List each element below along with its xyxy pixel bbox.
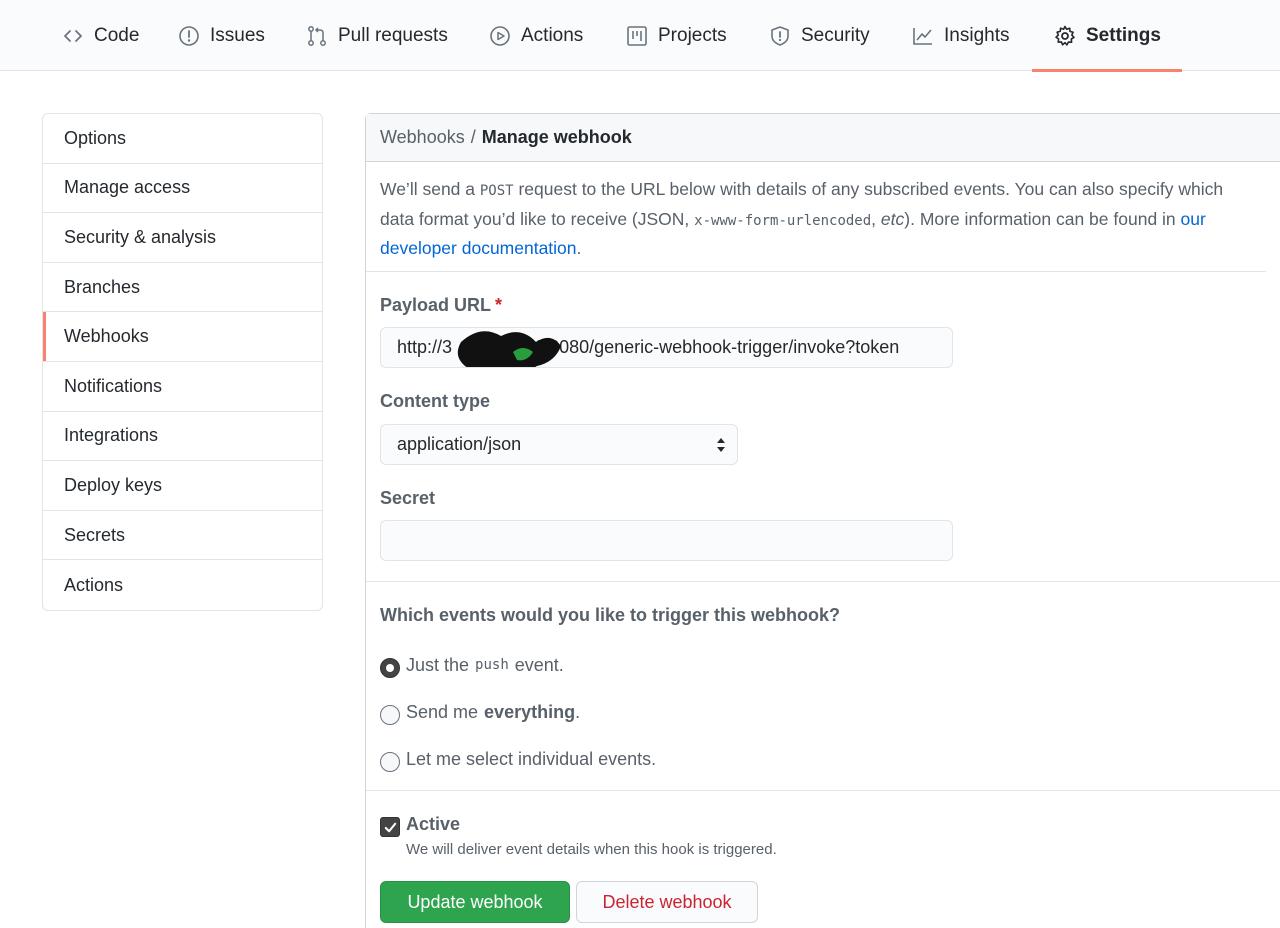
webhook-form-box: Webhooks / Manage webhook We’ll send a P… bbox=[365, 113, 1280, 928]
repo-nav: Code Issues Pull requests Actions Projec… bbox=[0, 0, 1280, 72]
radio-label: Just the bbox=[406, 654, 470, 675]
sidebar-item-label: Secrets bbox=[64, 524, 126, 545]
events-question: Which events would you like to trigger t… bbox=[380, 605, 841, 625]
divider bbox=[366, 581, 1280, 582]
radio-label: . bbox=[575, 701, 581, 722]
sidebar-item-options[interactable]: Options bbox=[43, 114, 322, 164]
active-checkbox-row[interactable]: Active bbox=[380, 814, 460, 837]
sidebar-item-label: Notifications bbox=[64, 375, 163, 396]
redaction-scribble bbox=[457, 331, 561, 367]
payload-url-label: Payload URL * bbox=[380, 295, 502, 316]
secret-label: Secret bbox=[380, 488, 436, 508]
graph-icon bbox=[912, 25, 934, 47]
settings-sidebar: Options Manage access Security & analysi… bbox=[42, 113, 323, 611]
tab-pull-requests[interactable]: Pull requests bbox=[306, 0, 448, 71]
content-type-select[interactable]: application/json bbox=[380, 424, 738, 465]
push-code: push bbox=[475, 657, 509, 673]
code-icon bbox=[62, 25, 84, 47]
sidebar-item-secrets[interactable]: Secrets bbox=[43, 511, 322, 561]
shield-icon bbox=[769, 25, 791, 47]
radio-button[interactable] bbox=[380, 752, 400, 772]
page-title: Manage webhook bbox=[481, 127, 632, 147]
radio-label: Let me select individual events. bbox=[406, 748, 657, 769]
tab-actions[interactable]: Actions bbox=[489, 0, 583, 71]
issue-icon bbox=[178, 25, 200, 47]
sidebar-item-label: Deploy keys bbox=[64, 474, 163, 495]
tab-issues[interactable]: Issues bbox=[178, 0, 265, 71]
tab-projects[interactable]: Projects bbox=[626, 0, 727, 71]
tab-insights[interactable]: Insights bbox=[912, 0, 1009, 71]
sidebar-item-integrations[interactable]: Integrations bbox=[43, 412, 322, 462]
post-code: POST bbox=[479, 183, 514, 199]
payload-url-input[interactable]: http://3 21:8080/generic-webhook-trigger… bbox=[380, 327, 953, 368]
tab-security[interactable]: Security bbox=[769, 0, 870, 71]
active-checkbox[interactable] bbox=[380, 817, 400, 837]
everything-text: everything bbox=[484, 701, 576, 722]
sidebar-item-notifications[interactable]: Notifications bbox=[43, 362, 322, 412]
content-type-value: application/json bbox=[397, 434, 522, 454]
radio-just-push[interactable]: Just the push event. bbox=[380, 652, 564, 678]
content-type-label: Content type bbox=[380, 391, 490, 411]
tab-insights-label: Insights bbox=[944, 24, 1010, 46]
radio-select-individual[interactable]: Let me select individual events. bbox=[380, 746, 656, 772]
divider bbox=[366, 790, 1280, 791]
tab-settings[interactable]: Settings bbox=[1032, 0, 1182, 72]
sidebar-item-label: Branches bbox=[64, 276, 141, 297]
tab-pull-requests-label: Pull requests bbox=[338, 24, 448, 46]
required-mark: * bbox=[495, 295, 503, 315]
tab-code[interactable]: Code bbox=[62, 0, 139, 71]
update-webhook-button[interactable]: Update webhook bbox=[380, 881, 570, 923]
secret-input[interactable] bbox=[380, 520, 953, 561]
project-icon bbox=[626, 25, 648, 47]
checkmark-icon bbox=[384, 822, 396, 832]
sidebar-item-label: Webhooks bbox=[64, 326, 149, 347]
pull-request-icon bbox=[306, 25, 328, 47]
select-arrows-icon bbox=[717, 438, 725, 452]
tab-code-label: Code bbox=[94, 24, 140, 46]
sidebar-item-label: Integrations bbox=[64, 425, 159, 446]
delete-webhook-button[interactable]: Delete webhook bbox=[576, 881, 758, 923]
sidebar-item-manage-access[interactable]: Manage access bbox=[43, 164, 322, 214]
intro-text: We’ll send a POST request to the URL bel… bbox=[366, 162, 1266, 272]
tab-settings-label: Settings bbox=[1086, 24, 1161, 46]
gear-icon bbox=[1054, 25, 1076, 47]
active-label: Active bbox=[406, 814, 461, 834]
tab-projects-label: Projects bbox=[658, 24, 727, 46]
tab-issues-label: Issues bbox=[210, 24, 265, 46]
sidebar-item-label: Options bbox=[64, 127, 127, 148]
radio-button[interactable] bbox=[380, 705, 400, 725]
sidebar-item-label: Manage access bbox=[64, 177, 191, 198]
sidebar-item-branches[interactable]: Branches bbox=[43, 263, 322, 313]
form-urlencoded-code: x-www-form-urlencoded bbox=[694, 212, 872, 229]
radio-button-checked[interactable] bbox=[380, 658, 400, 678]
radio-send-everything[interactable]: Send me everything. bbox=[380, 699, 580, 725]
sidebar-item-label: Actions bbox=[64, 574, 124, 595]
tab-security-label: Security bbox=[801, 24, 870, 46]
intro-text-part: . bbox=[576, 238, 582, 258]
etc-text: etc bbox=[880, 208, 905, 229]
breadcrumb: Webhooks / Manage webhook bbox=[366, 114, 1280, 162]
tab-actions-label: Actions bbox=[521, 24, 584, 46]
sidebar-item-deploy-keys[interactable]: Deploy keys bbox=[43, 461, 322, 511]
intro-text-part: , bbox=[871, 208, 881, 229]
sidebar-item-security-analysis[interactable]: Security & analysis bbox=[43, 213, 322, 263]
sidebar-item-actions[interactable]: Actions bbox=[43, 560, 322, 610]
sidebar-item-label: Security & analysis bbox=[64, 226, 217, 247]
intro-text-part: We’ll send a bbox=[380, 179, 480, 199]
intro-text-part: ). More information can be found in bbox=[904, 208, 1181, 229]
active-note: We will deliver event details when this … bbox=[406, 841, 777, 858]
breadcrumb-separator: / bbox=[470, 127, 476, 147]
radio-label: event. bbox=[514, 654, 564, 675]
sidebar-item-webhooks[interactable]: Webhooks bbox=[43, 312, 322, 362]
payload-url-label-text: Payload URL bbox=[380, 295, 492, 315]
radio-label: Send me bbox=[406, 701, 479, 722]
play-icon bbox=[489, 25, 511, 47]
breadcrumb-webhooks-link[interactable]: Webhooks bbox=[380, 127, 465, 148]
